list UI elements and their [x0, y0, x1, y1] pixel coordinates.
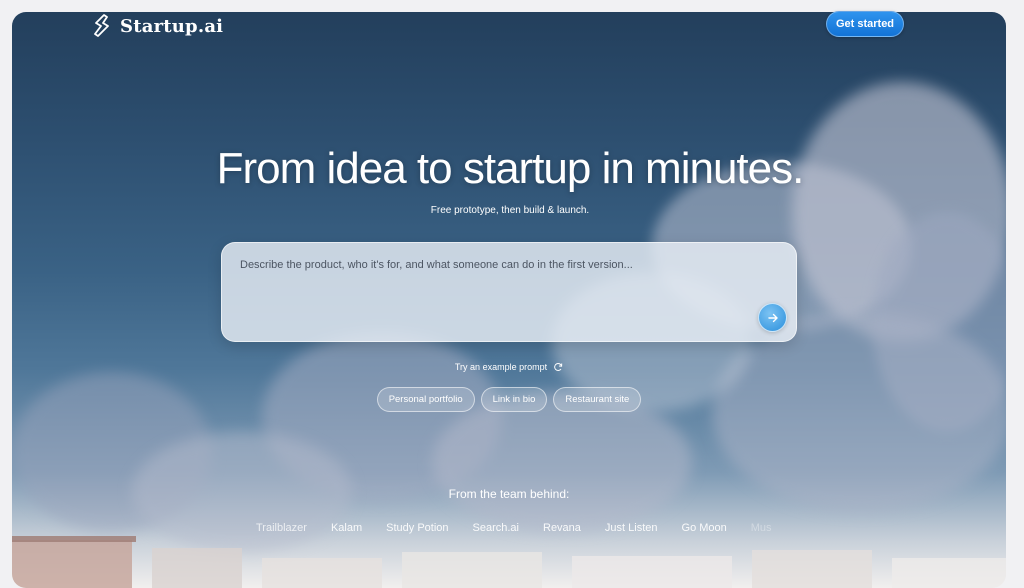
prompt-box [221, 242, 797, 342]
brand-logo[interactable]: Startup.ai [92, 14, 223, 38]
example-chips: Personal portfolio Link in bio Restauran… [0, 387, 1018, 412]
get-started-button[interactable]: Get started [826, 11, 904, 37]
team-product: Just Listen [604, 522, 658, 534]
team-product: Mus [750, 522, 772, 534]
cloud-shape [432, 392, 692, 532]
startup-logo-icon [94, 14, 109, 37]
refresh-icon[interactable] [553, 362, 563, 372]
try-example-label: Try an example prompt [454, 362, 548, 372]
page-title: From idea to startup in minutes. [216, 144, 805, 193]
cloud-shape [712, 312, 1006, 512]
prompt-input[interactable] [240, 255, 760, 275]
example-chip-personal-portfolio[interactable]: Personal portfolio [376, 387, 475, 412]
brand-name: Startup.ai [120, 15, 224, 37]
team-product: Go Moon [681, 522, 727, 534]
page-subtitle: Free prototype, then build & launch. [430, 205, 590, 216]
send-button[interactable] [758, 303, 787, 332]
example-chip-link-in-bio[interactable]: Link in bio [480, 387, 548, 412]
team-product: Trailblazer [256, 522, 307, 534]
team-products: Trailblazer Kalam Study Potion Search.ai… [256, 522, 772, 534]
try-example-prompt[interactable]: Try an example prompt [0, 362, 1018, 372]
team-product: Revana [543, 522, 581, 534]
arrow-right-icon [767, 313, 778, 322]
example-chip-restaurant-site[interactable]: Restaurant site [553, 387, 642, 412]
team-product: Kalam [330, 522, 363, 534]
team-product: Search.ai [472, 522, 519, 534]
team-heading: From the team behind: [448, 487, 570, 501]
team-product: Study Potion [386, 522, 449, 534]
